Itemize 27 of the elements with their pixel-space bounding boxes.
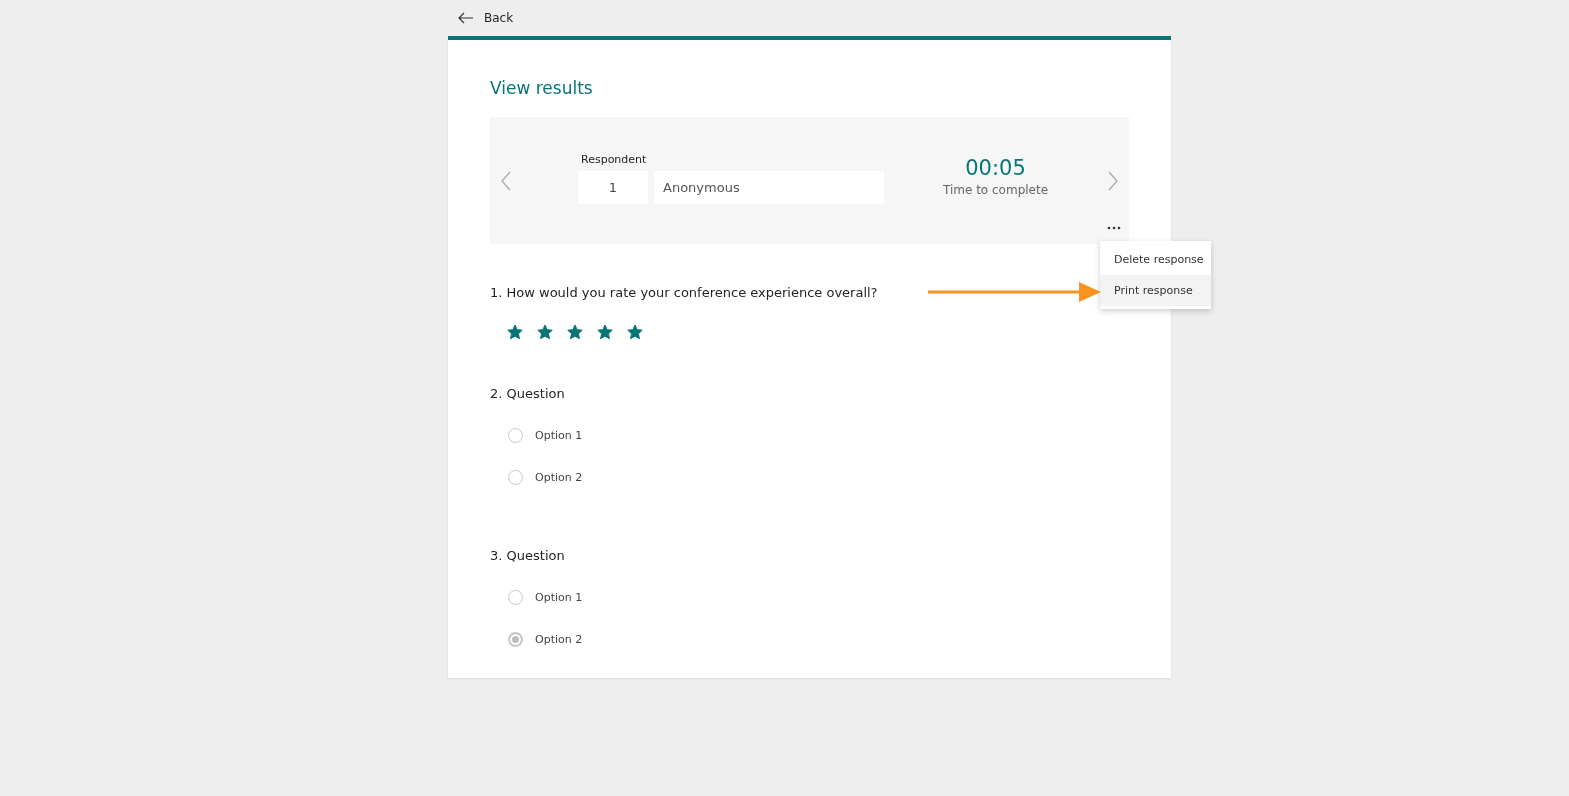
respondent-number-field[interactable]: 1 [578,170,648,204]
menu-item[interactable]: Print response [1100,275,1211,306]
more-options-icon[interactable] [1107,226,1121,230]
filled-star-icon[interactable] [597,324,613,340]
radio-button[interactable] [508,589,523,605]
time-value: 00:05 [964,156,1027,180]
respondent-label: Respondent [581,152,648,166]
option-label: Option 1 [535,590,583,604]
question-title: 2. Question [490,386,565,401]
back-arrow-icon [458,12,474,24]
filled-star-icon[interactable] [567,324,583,340]
page-title: View results [490,78,594,98]
respondent-name-field: Anonymous [654,170,884,204]
filled-star-icon[interactable] [537,324,553,340]
back-link[interactable]: Back [458,11,514,25]
radio-button[interactable] [508,427,523,443]
radio-button[interactable] [508,469,523,485]
time-label: Time to complete [941,183,1050,197]
option-label: Option 2 [535,632,583,646]
menu-item[interactable]: Delete response [1100,244,1211,275]
filled-star-icon[interactable] [627,324,643,340]
question-title: 1. How would you rate your conference experience overall? [490,285,878,300]
radio-button[interactable] [508,631,523,647]
option-label: Option 2 [535,470,583,484]
question-title: 3. Question [490,548,565,563]
filled-star-icon[interactable] [507,324,523,340]
option-label: Option 1 [535,428,583,442]
